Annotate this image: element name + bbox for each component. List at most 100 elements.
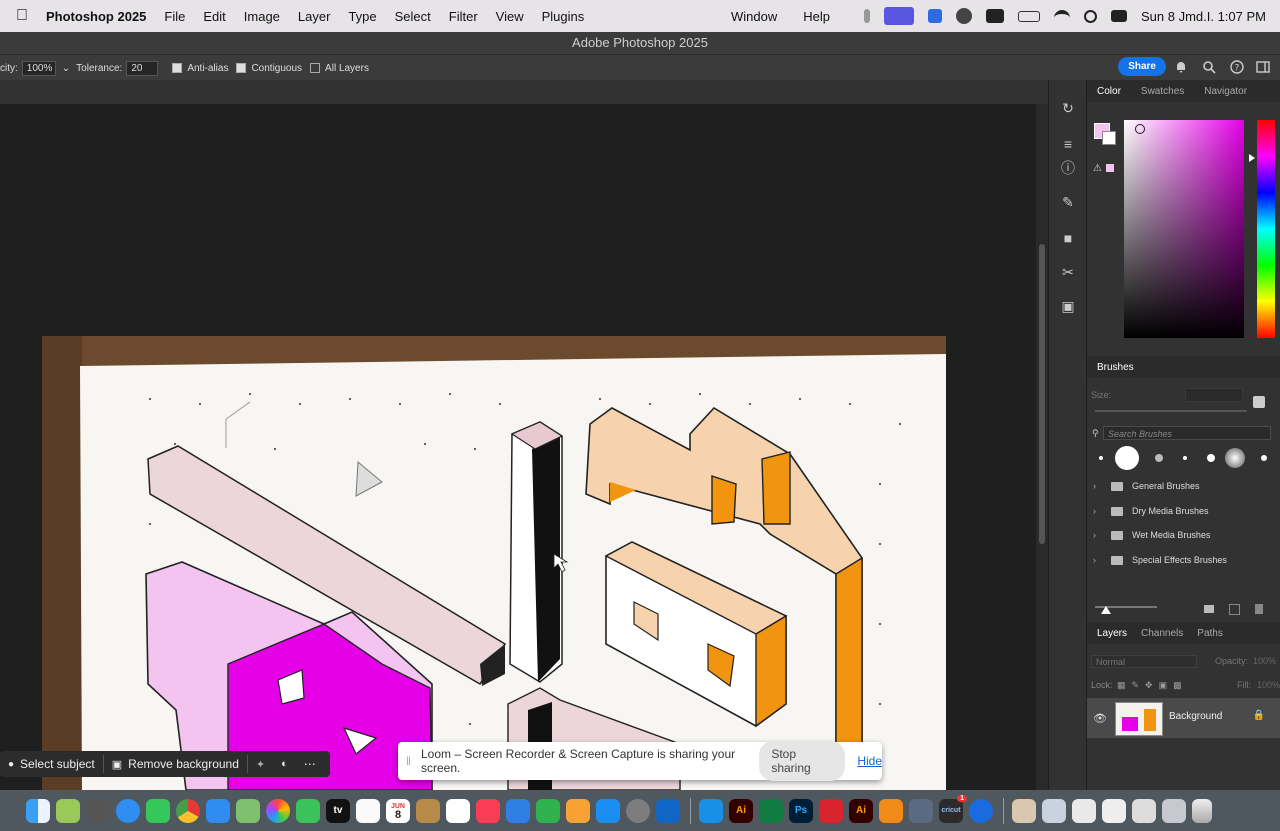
- tab-navigator[interactable]: Navigator: [1204, 86, 1247, 97]
- brush-size-slider[interactable]: [1095, 410, 1247, 412]
- lock-icon[interactable]: 🔒: [1253, 710, 1265, 721]
- menu-view[interactable]: View: [496, 9, 524, 24]
- tab-paths[interactable]: Paths: [1197, 628, 1223, 639]
- recent-file-thumbnail[interactable]: [1012, 798, 1036, 823]
- illustrator-2-icon[interactable]: Ai: [849, 798, 873, 823]
- bluetooth-icon[interactable]: [699, 798, 723, 823]
- trash-icon[interactable]: [1192, 798, 1212, 823]
- brush-preset[interactable]: [1207, 454, 1215, 462]
- chevron-right-icon[interactable]: ›: [1093, 481, 1105, 491]
- tab-channels[interactable]: Channels: [1141, 628, 1183, 639]
- menu-filter[interactable]: Filter: [449, 9, 478, 24]
- tab-color[interactable]: Color: [1097, 86, 1121, 97]
- screen-mirroring-icon[interactable]: [883, 7, 914, 25]
- safari-icon[interactable]: [116, 798, 140, 823]
- keyboard-input-icon[interactable]: [985, 9, 1004, 23]
- brush-preset[interactable]: [1099, 456, 1103, 460]
- brush-preset[interactable]: [1115, 446, 1139, 470]
- chevron-right-icon[interactable]: ›: [1093, 506, 1105, 516]
- cleanmymac-icon[interactable]: [927, 9, 942, 23]
- share-button[interactable]: Share: [1118, 57, 1166, 76]
- color-picker-marker[interactable]: [1135, 124, 1145, 134]
- excel-icon[interactable]: [759, 798, 783, 823]
- adjustments-icon[interactable]: ≡: [1060, 136, 1076, 152]
- menubar-clock[interactable]: Sun 8 Jmd.I. 1:07 PM: [1141, 9, 1266, 24]
- chrome-icon[interactable]: [176, 798, 200, 823]
- vertical-scrollbar[interactable]: [1036, 104, 1048, 790]
- search-icon[interactable]: [1202, 60, 1216, 74]
- menu-image[interactable]: Image: [244, 9, 280, 24]
- bell-icon[interactable]: [1174, 60, 1188, 74]
- brush-preview-slider-handle[interactable]: [1101, 606, 1111, 614]
- brush-preset[interactable]: [1261, 455, 1267, 461]
- search-brushes-input[interactable]: Search Brushes: [1103, 426, 1271, 440]
- mask-icon[interactable]: ◐: [273, 751, 296, 777]
- delete-brush-icon[interactable]: [1255, 604, 1263, 614]
- app-store-icon[interactable]: [596, 798, 620, 823]
- photos-folder-icon[interactable]: [56, 798, 80, 823]
- keynote-icon[interactable]: [506, 798, 530, 823]
- menu-help[interactable]: Help: [803, 9, 830, 24]
- clone-source-icon[interactable]: ■: [1060, 230, 1076, 246]
- eye-icon[interactable]: 👁: [1093, 712, 1107, 725]
- loom-icon[interactable]: [955, 8, 972, 24]
- contacts-icon[interactable]: [416, 798, 440, 823]
- apple-tv-icon[interactable]: tv: [326, 798, 350, 823]
- recent-file-thumbnail[interactable]: [1102, 798, 1126, 823]
- pages-icon[interactable]: [566, 798, 590, 823]
- apple-icon[interactable]: : [16, 7, 34, 25]
- menu-select[interactable]: Select: [395, 9, 431, 24]
- fill-field[interactable]: 100%: [1257, 680, 1280, 690]
- create-new-brush-icon[interactable]: [1229, 604, 1240, 615]
- stop-sharing-button[interactable]: Stop sharing: [759, 741, 846, 781]
- recent-file-thumbnail[interactable]: [1072, 798, 1096, 823]
- remove-background-button[interactable]: ▣ Remove background: [104, 751, 247, 777]
- brush-preset[interactable]: [1155, 454, 1163, 462]
- brush-preset[interactable]: [1183, 456, 1187, 460]
- new-group-icon[interactable]: [1204, 605, 1214, 613]
- music-icon[interactable]: [476, 798, 500, 823]
- calendar-icon[interactable]: JUN 8: [386, 798, 410, 823]
- layer-name[interactable]: Background: [1169, 711, 1222, 722]
- drag-handle-icon[interactable]: ‖: [406, 754, 411, 768]
- anti-alias-checkbox[interactable]: [172, 63, 183, 73]
- tolerance-field[interactable]: 20: [126, 60, 159, 76]
- chevron-down-icon[interactable]: ⌄: [62, 63, 70, 74]
- photos-icon[interactable]: [266, 798, 290, 823]
- menu-edit[interactable]: Edit: [203, 9, 225, 24]
- messages-icon[interactable]: [146, 798, 170, 823]
- more-options-icon[interactable]: ⋯: [296, 751, 324, 777]
- battery-icon[interactable]: [1017, 10, 1040, 22]
- wifi-icon[interactable]: [1053, 10, 1070, 22]
- scissors-icon[interactable]: ✂: [1060, 264, 1076, 280]
- illustrator-icon[interactable]: Ai: [729, 798, 753, 823]
- outlook-icon[interactable]: [656, 798, 680, 823]
- brush-folder-general[interactable]: › General Brushes: [1093, 474, 1279, 498]
- lasso-icon[interactable]: ✦: [248, 751, 273, 777]
- brush-size-field[interactable]: [1185, 388, 1243, 402]
- chevron-right-icon[interactable]: ›: [1093, 530, 1105, 540]
- canvas-image[interactable]: [0, 104, 1036, 790]
- photoshop-icon[interactable]: Ps: [789, 798, 813, 823]
- menu-window[interactable]: Window: [731, 9, 777, 24]
- all-layers-checkbox[interactable]: [310, 63, 321, 73]
- launchpad-icon[interactable]: [86, 798, 110, 823]
- brush-preset[interactable]: [1225, 448, 1245, 468]
- cricut-icon[interactable]: cricut 1: [939, 794, 967, 823]
- history-icon[interactable]: ↻: [1060, 100, 1076, 116]
- spotlight-search-icon[interactable]: [1083, 9, 1097, 23]
- layer-opacity-field[interactable]: 100%: [1253, 656, 1276, 666]
- control-center-icon[interactable]: [1110, 10, 1127, 22]
- recent-file-thumbnail[interactable]: [1162, 798, 1186, 823]
- layer-row-background[interactable]: 👁 Background 🔒: [1087, 698, 1280, 738]
- lock-icons[interactable]: ▦✎✥▣▩: [1117, 680, 1188, 691]
- workspace-icon[interactable]: [1256, 60, 1270, 74]
- finder-icon[interactable]: [26, 798, 50, 823]
- menu-layer[interactable]: Layer: [298, 9, 331, 24]
- maps-icon[interactable]: [236, 798, 260, 823]
- tab-layers[interactable]: Layers: [1097, 628, 1127, 639]
- help-icon[interactable]: ?: [1230, 60, 1244, 74]
- acrobat-icon[interactable]: [819, 798, 843, 823]
- opacity-field[interactable]: 100%: [21, 60, 56, 76]
- mail-icon[interactable]: [206, 798, 230, 823]
